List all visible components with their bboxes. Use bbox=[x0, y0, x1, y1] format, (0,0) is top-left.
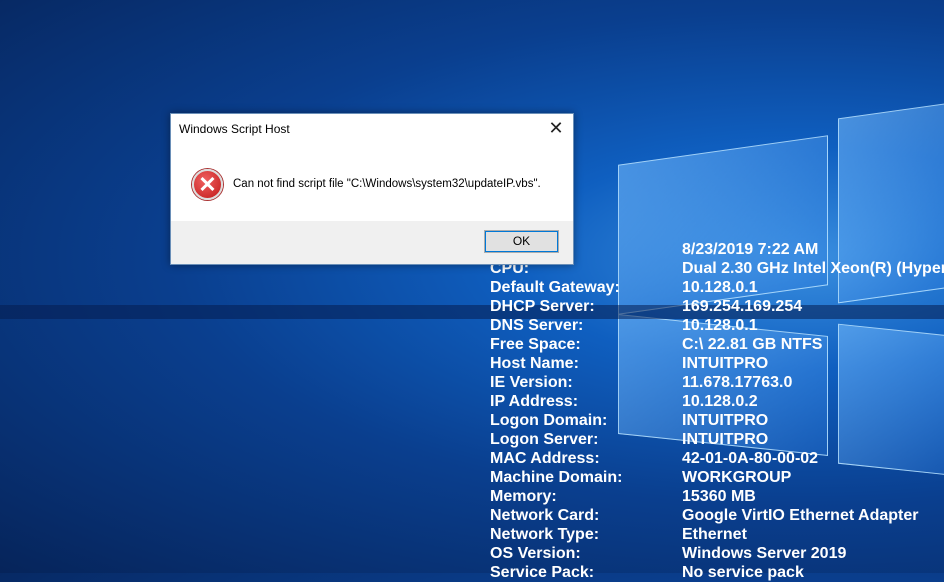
info-label: Host Name: bbox=[490, 355, 579, 372]
windows-logo-pane bbox=[838, 323, 944, 477]
dialog-title: Windows Script Host bbox=[179, 122, 290, 136]
info-label: Free Space: bbox=[490, 336, 581, 353]
error-message: Can not find script file "C:\Windows\sys… bbox=[233, 178, 541, 190]
info-value: Ethernet bbox=[682, 526, 747, 543]
info-value: Windows Server 2019 bbox=[682, 545, 847, 562]
info-label: Logon Domain: bbox=[490, 412, 608, 429]
info-value: 10.128.0.1 bbox=[682, 317, 758, 334]
info-value: 15360 MB bbox=[682, 488, 756, 505]
info-label: IP Address: bbox=[490, 393, 579, 410]
info-value: 10.128.0.2 bbox=[682, 393, 758, 410]
info-value: INTUITPRO bbox=[682, 431, 769, 448]
close-button[interactable]: ✕ bbox=[539, 114, 573, 144]
info-value: 11.678.17763.0 bbox=[682, 374, 793, 391]
info-label: Memory: bbox=[490, 488, 557, 505]
info-label: Network Card: bbox=[490, 507, 600, 524]
info-label: Machine Domain: bbox=[490, 469, 623, 486]
info-value: WORKGROUP bbox=[682, 469, 792, 486]
error-dialog: Windows Script Host ✕ ✕ Can not find scr… bbox=[170, 113, 574, 265]
info-value: Google VirtIO Ethernet Adapter bbox=[682, 507, 919, 524]
info-value: INTUITPRO bbox=[682, 412, 769, 429]
info-label: DNS Server: bbox=[490, 317, 584, 334]
info-label: DHCP Server: bbox=[490, 298, 595, 315]
desktop-band bbox=[0, 305, 944, 319]
info-label: OS Version: bbox=[490, 545, 581, 562]
info-label: Network Type: bbox=[490, 526, 600, 543]
error-icon: ✕ bbox=[192, 169, 223, 200]
info-value: 10.128.0.1 bbox=[682, 279, 758, 296]
ok-button[interactable]: OK bbox=[484, 230, 559, 253]
dialog-footer: OK bbox=[171, 221, 573, 264]
info-value: 8/23/2019 7:22 AM bbox=[682, 241, 819, 258]
info-value: INTUITPRO bbox=[682, 355, 769, 372]
info-value: Dual 2.30 GHz Intel Xeon(R) (Hyper bbox=[682, 260, 944, 277]
info-label: Logon Server: bbox=[490, 431, 599, 448]
info-label: IE Version: bbox=[490, 374, 573, 391]
info-value: 42-01-0A-80-00-02 bbox=[682, 450, 819, 467]
info-value: 169.254.169.254 bbox=[682, 298, 803, 315]
info-label: MAC Address: bbox=[490, 450, 600, 467]
info-label: Default Gateway: bbox=[490, 279, 620, 296]
info-value: C:\ 22.81 GB NTFS bbox=[682, 336, 823, 353]
